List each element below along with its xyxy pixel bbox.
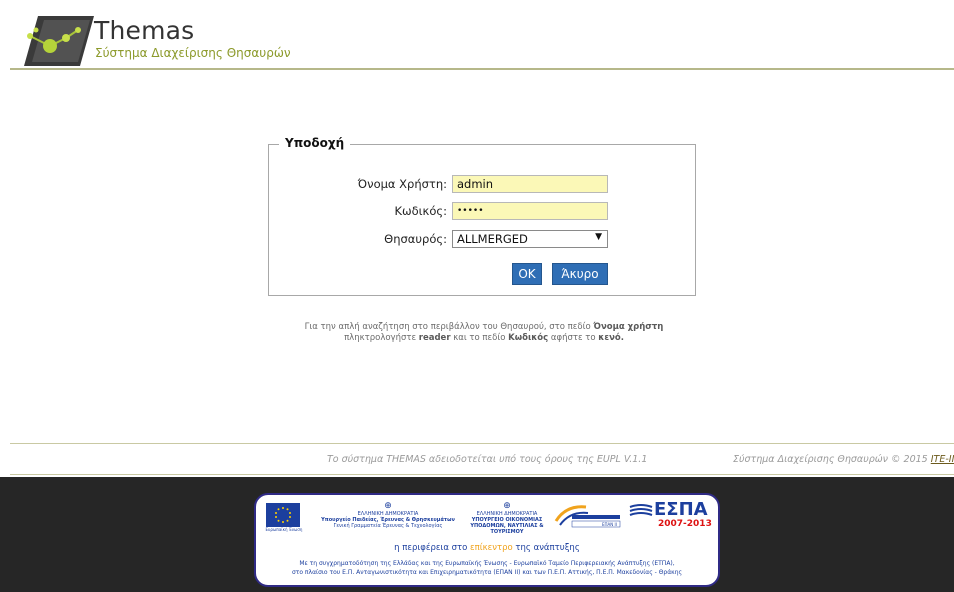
hint-text: πληκτρολογήστε — [344, 333, 419, 343]
thesaurus-selected-value: ALLMERGED — [457, 232, 528, 246]
thesaurus-select[interactable]: ALLMERGED ▼ — [452, 230, 608, 248]
ministry-education-logo: ⊕ ΕΛΛΗΝΙΚΗ ΔΗΜΟΚΡΑΤΙΑ Υπουργείο Παιδείας… — [318, 501, 458, 530]
hint-text: Για την απλή αναζήτηση στο περιβάλλον το… — [304, 322, 594, 332]
header-divider — [10, 68, 954, 70]
copyright: Σύστημα Διαχείρισης Θησαυρών © 2015 ΙΤΕ-… — [733, 454, 954, 465]
hint-bold: Κωδικός — [508, 333, 549, 343]
hint-bold: reader — [418, 333, 451, 343]
espa-years: 2007-2013 — [658, 519, 712, 529]
login-hint: Για την απλή αναζήτηση στο περιβάλλον το… — [270, 322, 698, 344]
password-input[interactable]: ••••• — [452, 202, 608, 220]
app-header: Themas Σύστημα Διαχείρισης Θησαυρών — [0, 0, 954, 70]
tagline-accent: επίκεντρο — [470, 543, 513, 553]
funding-line: Με τη συγχρηματοδότηση της Ελλάδας και τ… — [299, 560, 675, 567]
ministry-line: Γενική Γραμματεία Έρευνας & Τεχνολογίας — [333, 523, 443, 529]
dropdown-arrow-icon: ▼ — [595, 232, 602, 242]
ok-button[interactable]: OK — [512, 263, 542, 285]
hint-bold: κενό. — [598, 333, 624, 343]
ministry-line: ΥΠΟΔΟΜΩΝ, ΝΑΥΤΙΛΙΑΣ & ΤΟΥΡΙΣΜΟΥ — [470, 523, 544, 535]
thesaurus-label: Θησαυρός: — [384, 232, 447, 246]
username-label: Όνομα Χρήστη: — [357, 177, 447, 191]
username-row: Όνομα Χρήστη: admin — [269, 175, 697, 193]
espa-logo: ΕΣΠΑ 2007-2013 — [628, 499, 714, 533]
footer-divider — [10, 474, 954, 475]
tagline-text: η περιφέρεια στο — [394, 543, 471, 553]
greek-emblem-icon: ⊕ — [503, 501, 511, 511]
ministry-economy-logo: ⊕ ΕΛΛΗΝΙΚΗ ΔΗΜΟΚΡΑΤΙΑ ΥΠΟΥΡΓΕΙΟ ΟΙΚΟΝΟΜΙ… — [464, 501, 550, 536]
login-legend: Υποδοχή — [279, 136, 351, 150]
password-row: Κωδικός: ••••• — [269, 202, 697, 220]
password-label: Κωδικός: — [394, 204, 447, 218]
cancel-button[interactable]: Άκυρο — [552, 263, 608, 285]
epan-logo-icon: ΕΠΑΝ II — [554, 505, 621, 528]
sponsor-banner: Ευρωπαϊκή Ένωση ⊕ ΕΛΛΗΝΙΚΗ ΔΗΜΟΚΡΑΤΙΑ Υπ… — [254, 493, 720, 587]
app-title: Themas — [94, 16, 195, 45]
greek-emblem-icon: ⊕ — [384, 501, 392, 511]
hint-bold: Όνομα χρήστη — [593, 322, 664, 332]
copyright-link[interactable]: ΙΤΕ-ΙΠ ΚΠΙ — [931, 454, 954, 465]
copyright-text: Σύστημα Διαχείρισης Θησαυρών © 2015 — [733, 454, 931, 465]
thesaurus-row: Θησαυρός: ALLMERGED ▼ — [269, 230, 697, 248]
hint-text: αφήστε το — [548, 333, 599, 343]
eu-caption: Ευρωπαϊκή Ένωση — [265, 527, 303, 532]
footer-divider — [10, 443, 954, 444]
login-fieldset: Υποδοχή Όνομα Χρήστη: admin Κωδικός: •••… — [268, 136, 697, 296]
tagline-text: της ανάπτυξης — [512, 543, 580, 553]
espa-swoosh-icon — [629, 504, 653, 516]
themas-logo-icon — [24, 16, 94, 66]
app-subtitle: Σύστημα Διαχείρισης Θησαυρών — [95, 46, 291, 60]
license-text: Το σύστημα THEMAS αδειοδοτείται υπό τους… — [327, 454, 648, 465]
funding-line: στο πλαίσιο του Ε.Π. Ανταγωνιστικότητα κ… — [291, 569, 683, 576]
funding-statement: Με τη συγχρηματοδότηση της Ελλάδας και τ… — [256, 559, 718, 577]
username-input[interactable]: admin — [452, 175, 608, 193]
espa-title: ΕΣΠΑ — [654, 499, 708, 520]
epan-label: ΕΠΑΝ II — [602, 522, 617, 527]
hint-text: και το πεδίο — [450, 333, 509, 343]
eu-flag-icon — [266, 503, 300, 527]
sponsor-tagline: η περιφέρεια στο επίκεντρο της ανάπτυξης — [256, 543, 718, 553]
